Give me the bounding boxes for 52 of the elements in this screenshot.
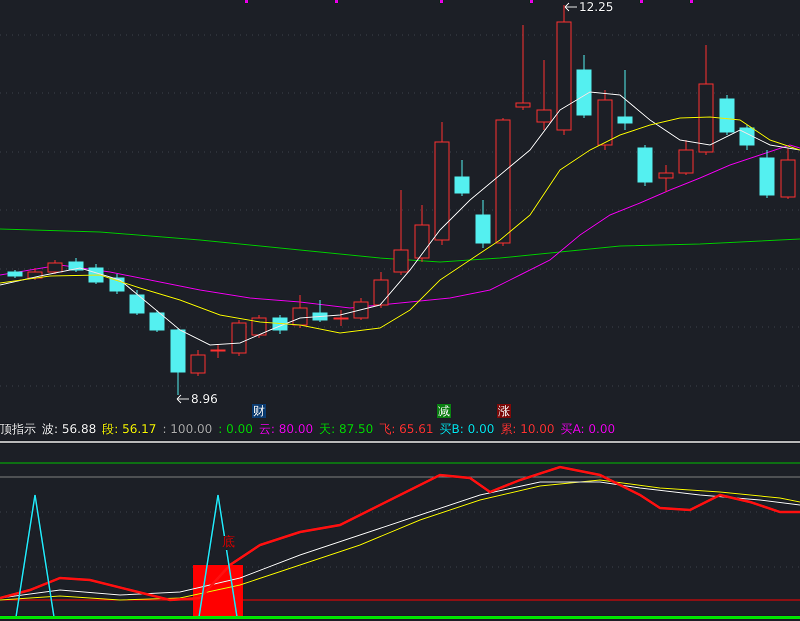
candlestick	[476, 200, 490, 248]
candlestick	[536, 60, 552, 130]
candlestick	[210, 344, 226, 358]
candlestick	[760, 150, 774, 198]
indicator-reading: 段: 56.17	[102, 420, 156, 438]
candlestick	[190, 350, 206, 376]
candlestick	[272, 314, 288, 334]
signal-marker: 减	[437, 404, 451, 418]
candlestick	[28, 268, 42, 280]
indicator-reading: 买B: 0.00	[440, 420, 494, 438]
indicator-reading: 波: 56.88	[42, 420, 96, 438]
pointer-arrow-icon	[176, 394, 190, 404]
candlestick	[130, 290, 144, 316]
candlestick	[374, 272, 388, 308]
candlestick	[780, 148, 796, 200]
candlestick	[576, 54, 592, 118]
candlestick	[334, 310, 348, 326]
candlestick	[598, 90, 612, 150]
indicator-reading: 买A: 0.00	[560, 420, 616, 438]
indicator-reading: 天: 87.50	[319, 420, 374, 438]
candlestick	[678, 140, 694, 176]
candlestick	[8, 270, 22, 278]
candlestick	[658, 164, 674, 192]
candlestick	[150, 310, 164, 332]
low-price-label: 8.96	[191, 392, 218, 406]
candlestick	[638, 144, 652, 186]
candlestick	[110, 274, 124, 294]
candlestick	[354, 298, 368, 320]
candlestick	[740, 124, 754, 150]
candlestick	[232, 320, 246, 356]
indicator-reading: 云: 80.00	[258, 420, 314, 438]
candlestick	[618, 70, 632, 130]
indicator-reading: 累: 10.00	[500, 420, 555, 438]
pointer-arrow-icon	[564, 2, 578, 12]
candlestick	[312, 300, 328, 322]
candlestick	[454, 160, 470, 196]
indicator-reading: 飞: 65.61	[379, 420, 434, 438]
candlestick	[292, 294, 308, 328]
signal-label: 底	[222, 536, 235, 550]
signal-marker: 财	[252, 404, 266, 418]
candlestick	[48, 260, 62, 274]
candlestick	[88, 264, 104, 284]
indicator-name: 顶指示	[0, 420, 36, 438]
candlestick	[720, 94, 734, 136]
high-price-label: 12.25	[579, 0, 614, 14]
indicator-reading: : 0.00	[218, 422, 253, 436]
signal-marker: 涨	[497, 404, 511, 418]
candlestick	[252, 314, 266, 338]
indicator-reading: : 100.00	[162, 422, 212, 436]
candlestick	[170, 328, 186, 396]
candlestick	[414, 204, 430, 262]
candlestick	[68, 258, 84, 272]
